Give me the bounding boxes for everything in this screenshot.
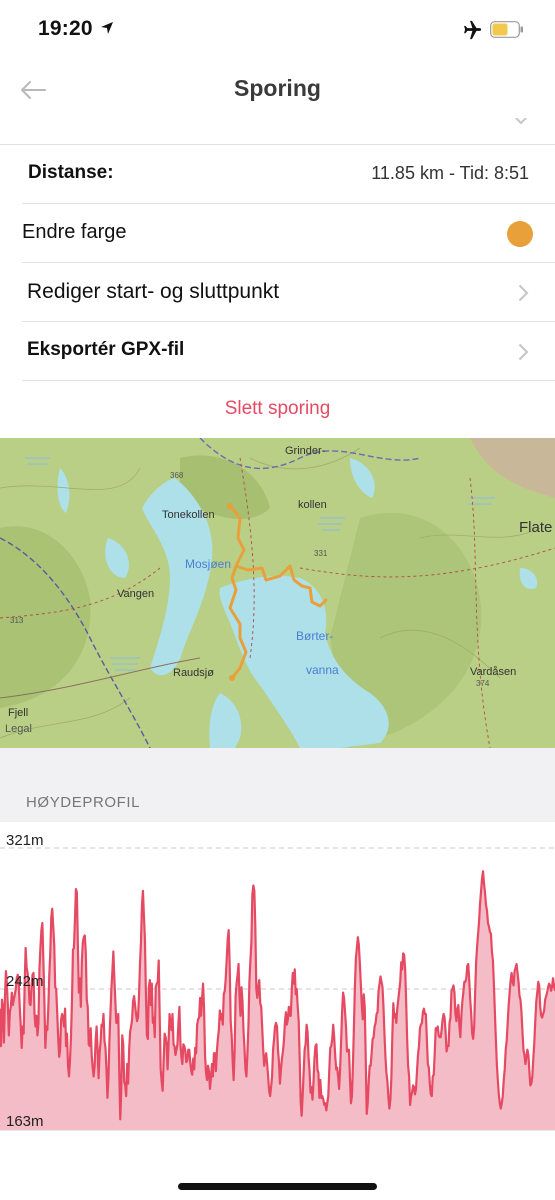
map-label-grinder: Grinder- [285, 445, 326, 457]
edit-start-end-row[interactable]: Rediger start- og sluttpunkt [22, 263, 555, 322]
map-height-368: 368 [170, 471, 184, 480]
map-height-331: 331 [314, 549, 328, 558]
map-legal-link[interactable]: Legal [5, 723, 32, 735]
map-label-tonekollen: Tonekollen [162, 509, 215, 521]
track-end-marker [229, 675, 235, 681]
export-gpx-row[interactable]: Eksportér GPX-fil [22, 322, 555, 381]
status-bar: 19:20 [0, 0, 555, 60]
scrolled-row [0, 118, 555, 145]
home-indicator[interactable] [178, 1183, 377, 1190]
map-label-borter: Børter- [296, 629, 333, 643]
y-tick-label: 163m [6, 1113, 44, 1130]
distance-label: Distanse: [28, 162, 114, 183]
map-height-313: 313 [10, 616, 24, 625]
map-label-flate: Flate [519, 519, 552, 536]
elevation-area [0, 871, 555, 1130]
elevation-section-title: HØYDEPROFIL [26, 794, 141, 811]
map-label-vangen: Vangen [117, 588, 154, 600]
track-map[interactable]: Grinder- kollen Tonekollen Vangen Raudsj… [0, 438, 555, 748]
edit-start-end-label: Rediger start- og sluttpunkt [27, 280, 280, 303]
track-color-swatch[interactable] [507, 221, 533, 247]
chevron-right-icon [518, 343, 529, 361]
map-label-raudsjo: Raudsjø [173, 667, 214, 679]
map-label-kollen: kollen [298, 499, 327, 511]
chevron-down-icon [515, 118, 527, 125]
y-tick-label: 321m [6, 832, 44, 849]
y-tick-label: 242m [6, 973, 44, 990]
change-color-row[interactable]: Endre farge [22, 204, 555, 263]
track-start-marker [227, 503, 233, 509]
map-label-vanna: vanna [306, 663, 339, 677]
elevation-chart[interactable]: 321m 242m 163m [0, 822, 555, 1132]
change-color-label: Endre farge [22, 221, 127, 243]
navigation-bar: Sporing [0, 60, 555, 118]
export-gpx-label: Eksportér GPX-fil [27, 339, 185, 360]
map-label-fjell: Fjell [8, 707, 28, 719]
map-height-374: 374 [476, 679, 490, 688]
airplane-icon [464, 20, 482, 40]
elevation-section-header: HØYDEPROFIL [0, 748, 555, 822]
location-arrow-icon [101, 22, 113, 34]
page-title: Sporing [234, 75, 321, 101]
status-time: 19:20 [38, 17, 93, 40]
battery-icon [490, 21, 523, 38]
distance-value: 11.85 km - Tid: 8:51 [371, 163, 529, 183]
delete-tracking-button[interactable]: Slett sporing [0, 382, 555, 438]
map-label-vardasen: Vardåsen [470, 666, 516, 678]
map-label-mosjoen: Mosjøen [185, 557, 231, 571]
chevron-right-icon [518, 284, 529, 302]
distance-row: Distanse: 11.85 km - Tid: 8:51 [22, 145, 555, 204]
